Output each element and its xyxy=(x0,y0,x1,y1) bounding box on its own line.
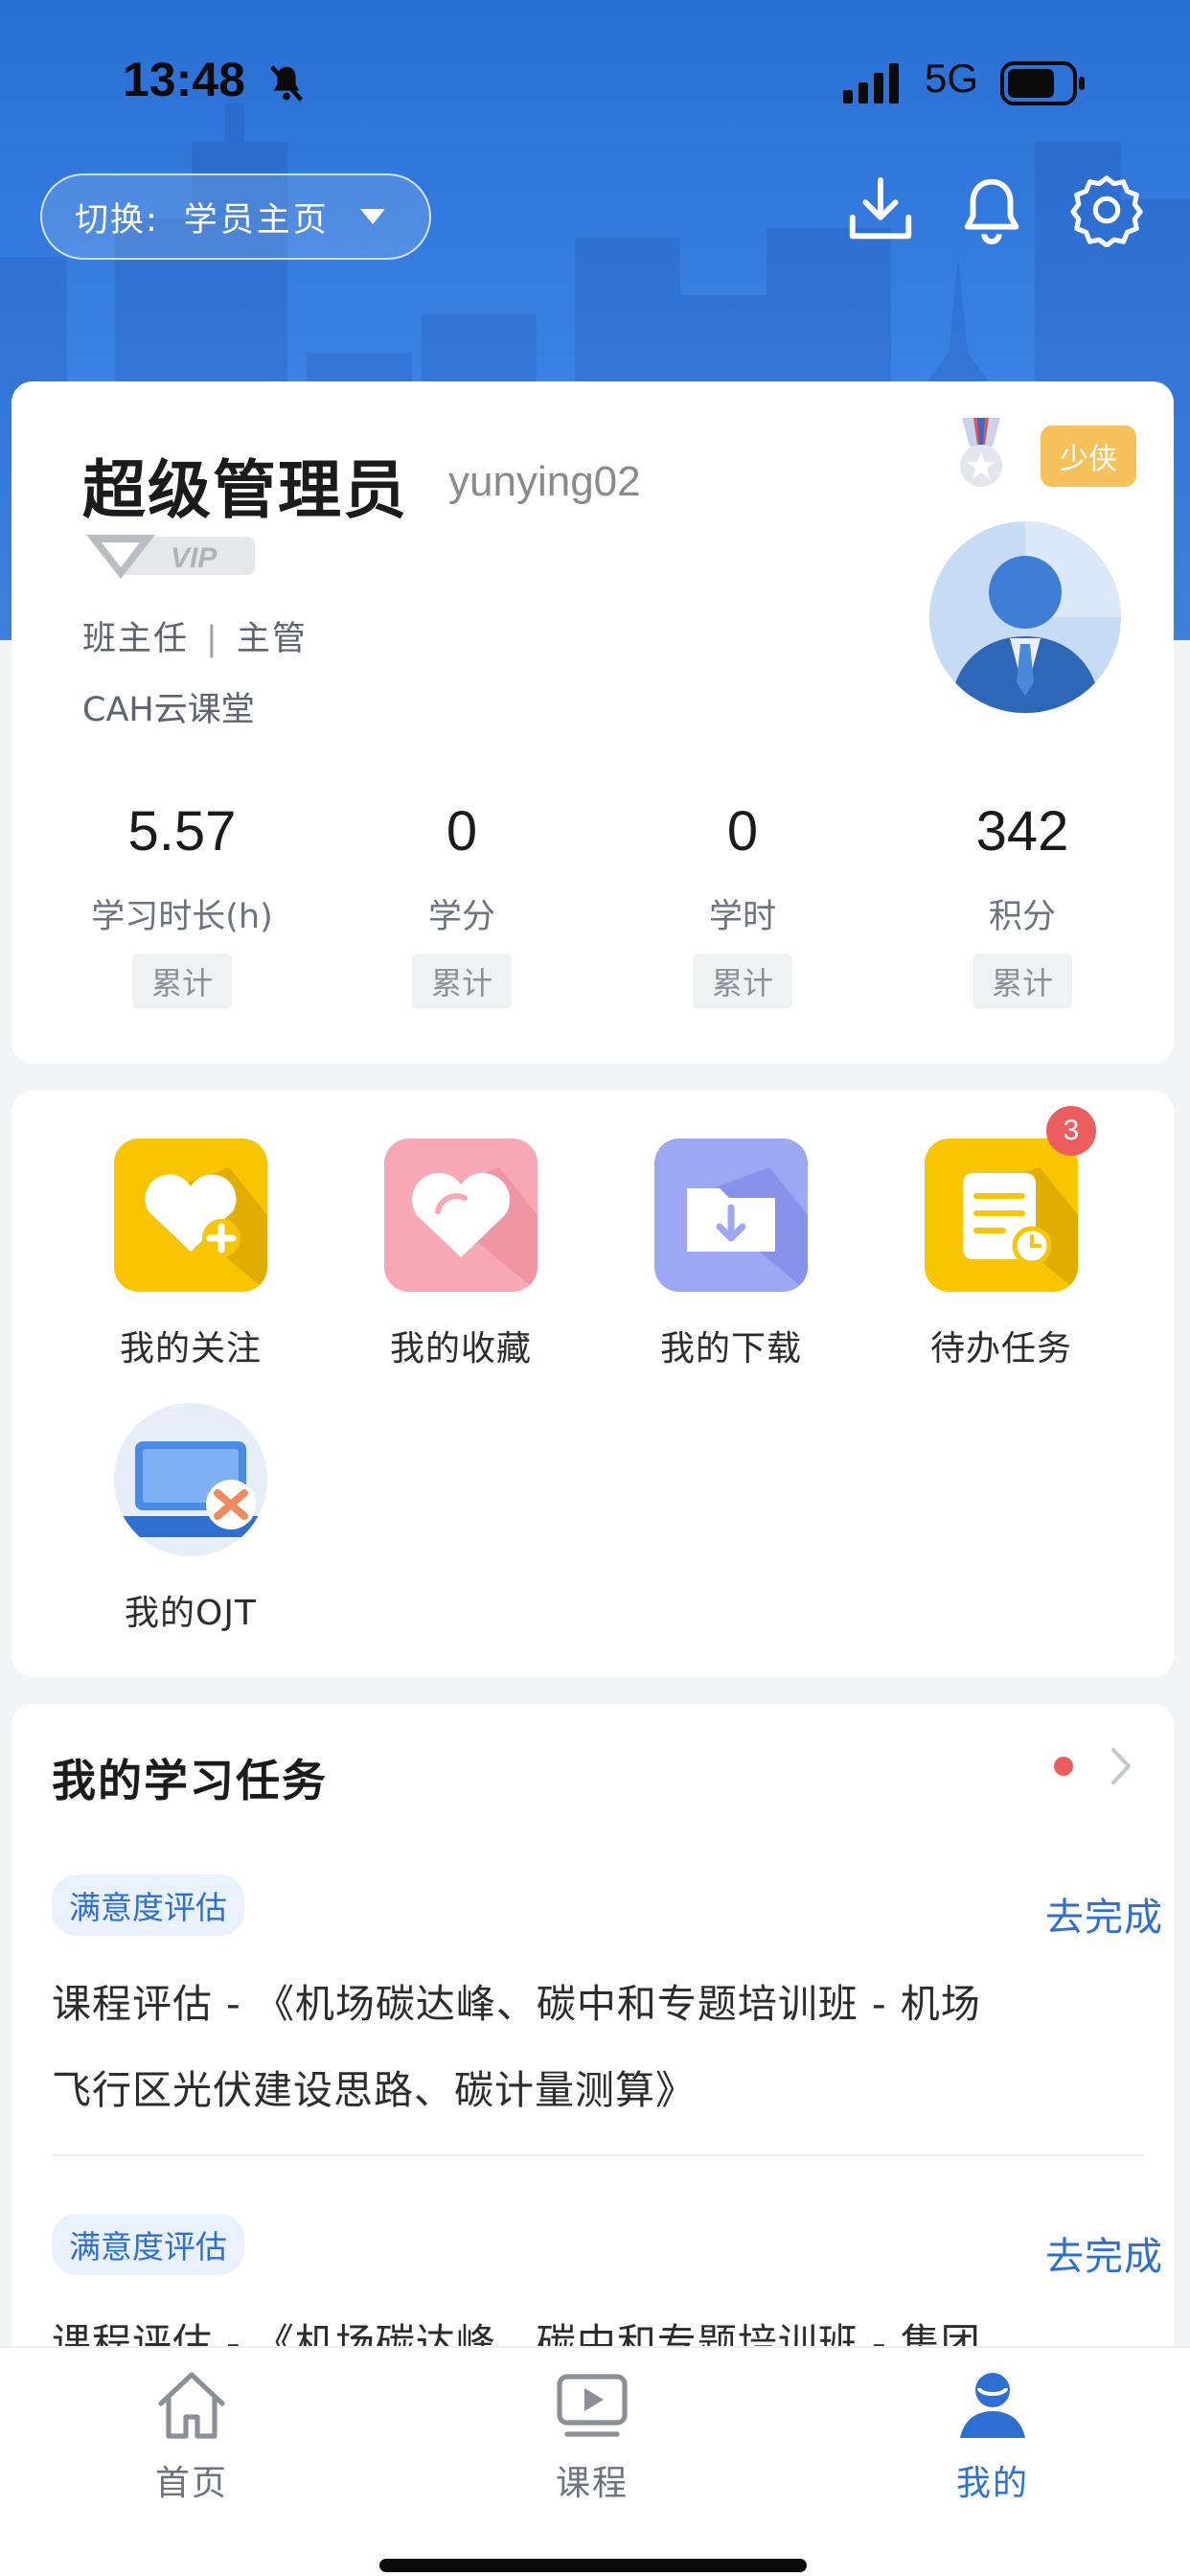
tab-courses[interactable]: 课程 xyxy=(496,2365,688,2505)
switch-value: 学员主页 xyxy=(183,200,330,240)
person-icon xyxy=(960,2373,1025,2438)
menu-my-favorites[interactable]: 我的收藏 xyxy=(360,1138,561,1370)
complete-task-link[interactable]: 去完成 xyxy=(1045,2225,1163,2281)
stat-label: 学分 xyxy=(427,898,495,936)
download-icon[interactable] xyxy=(843,172,918,247)
play-screen-icon xyxy=(557,2374,628,2437)
medal-icon[interactable] xyxy=(949,416,1014,493)
stat-cumulative-tag: 累计 xyxy=(972,954,1072,1009)
user-display-name: 超级管理员 xyxy=(82,453,408,527)
menu-my-follows[interactable]: 我的关注 xyxy=(90,1138,291,1370)
stat-class-hours[interactable]: 0 学时 累计 xyxy=(628,794,858,1009)
user-avatar[interactable] xyxy=(929,521,1121,713)
tab-label: 我的 xyxy=(955,2464,1029,2503)
stat-cumulative-tag: 累计 xyxy=(692,954,792,1009)
home-indicator xyxy=(379,2559,807,2572)
stat-value: 0 xyxy=(726,800,759,862)
stat-value: 0 xyxy=(446,800,478,862)
stat-credits[interactable]: 0 学分 累计 xyxy=(347,794,577,1009)
role-switch-dropdown[interactable]: 切换: 学员主页 xyxy=(40,173,431,260)
menu-my-downloads[interactable]: 我的下载 xyxy=(630,1138,832,1370)
menu-label: 待办任务 xyxy=(929,1329,1072,1368)
task-text-line: 飞行区光伏建设思路、碳计量测算》 xyxy=(52,2067,696,2113)
network-type: 5G xyxy=(925,56,979,101)
laptop-tools-icon xyxy=(114,1403,267,1556)
stat-points[interactable]: 342 积分 累计 xyxy=(907,794,1137,1009)
role-homeroom-teacher: 班主任 xyxy=(82,620,190,658)
bell-icon[interactable] xyxy=(954,172,1029,247)
switch-label: 切换: xyxy=(75,200,159,240)
battery-icon xyxy=(1000,61,1085,105)
heart-plus-icon xyxy=(114,1138,267,1292)
caret-down-icon xyxy=(359,209,385,224)
stat-cumulative-tag: 累计 xyxy=(131,954,232,1009)
stat-cumulative-tag: 累计 xyxy=(411,954,512,1009)
stat-label: 积分 xyxy=(988,898,1056,936)
vip-text: VIP xyxy=(171,542,217,574)
task-item[interactable]: 满意度评估 去完成 课程评估 - 《机场碳达峰、碳中和专题培训班 - 机场 飞行… xyxy=(52,1874,1162,2133)
learning-tasks-card: 我的学习任务 满意度评估 去完成 课程评估 - 《机场碳达峰、碳中和专题培训班 … xyxy=(11,1704,1174,2375)
home-icon xyxy=(158,2372,225,2439)
task-text-line: 课程评估 - 《机场碳达峰、碳中和专题培训班 - 机场 xyxy=(52,1981,981,2027)
heart-icon xyxy=(384,1138,538,1292)
todo-document-icon xyxy=(925,1138,1078,1292)
learning-stats: 5.57 学习时长(h) 累计 0 学分 累计 0 学时 累计 342 积分 累… xyxy=(11,794,1174,1043)
tab-mine[interactable]: 我的 xyxy=(897,2365,1088,2505)
tab-label: 课程 xyxy=(555,2464,629,2503)
divider xyxy=(52,2154,1144,2156)
stat-study-hours[interactable]: 5.57 学习时长(h) 累计 xyxy=(67,794,297,1009)
stat-label: 学习时长(h) xyxy=(91,898,273,936)
user-roles: 班主任 | 主管 xyxy=(82,611,308,660)
todo-count-badge: 3 xyxy=(1046,1106,1096,1156)
task-type-tag: 满意度评估 xyxy=(52,1874,244,1936)
menu-todo-tasks[interactable]: 待办任务 xyxy=(901,1138,1102,1370)
section-title: 我的学习任务 xyxy=(52,1755,328,1806)
menu-label: 我的关注 xyxy=(119,1329,262,1368)
task-description: 课程评估 - 《机场碳达峰、碳中和专题培训班 - 机场 飞行区光伏建设思路、碳计… xyxy=(52,1961,1144,2133)
stat-label: 学时 xyxy=(708,898,776,936)
menu-label: 我的收藏 xyxy=(389,1329,532,1368)
quick-menu-card: 我的关注 我的收藏 我的下载 待办任务 我的OJT xyxy=(11,1091,1174,1677)
tab-label: 首页 xyxy=(154,2464,228,2503)
tab-home[interactable]: 首页 xyxy=(96,2365,287,2505)
organization-name: CAH云课堂 xyxy=(82,691,255,729)
settings-gear-icon[interactable] xyxy=(1069,172,1144,247)
task-type-tag: 满意度评估 xyxy=(52,2214,244,2275)
menu-my-ojt[interactable]: 我的OJT xyxy=(90,1403,291,1635)
stat-value: 342 xyxy=(975,800,1069,862)
user-account-name: yunying02 xyxy=(448,458,641,505)
cellular-signal-icon xyxy=(843,63,899,104)
role-supervisor: 主管 xyxy=(236,620,308,658)
unread-dot xyxy=(1054,1757,1073,1776)
profile-card: 超级管理员 yunying02 VIP 班主任|主管 CAH云课堂 少侠 5 xyxy=(11,381,1174,1064)
stat-value: 5.57 xyxy=(127,800,237,862)
status-time: 13:48 xyxy=(123,53,245,106)
menu-label: 我的下载 xyxy=(659,1329,802,1368)
folder-download-icon xyxy=(654,1138,808,1292)
complete-task-link[interactable]: 去完成 xyxy=(1045,1886,1163,1942)
chevron-right-icon[interactable] xyxy=(1104,1742,1138,1790)
status-bar: 13:48 5G xyxy=(0,46,1190,123)
role-separator: | xyxy=(206,620,219,658)
bottom-tab-bar: 首页 课程 我的 xyxy=(0,2346,1190,2576)
vip-badge-icon: VIP xyxy=(86,535,255,579)
silent-bell-icon xyxy=(269,65,304,102)
menu-label: 我的OJT xyxy=(125,1594,257,1633)
rank-level-badge[interactable]: 少侠 xyxy=(1041,426,1136,487)
